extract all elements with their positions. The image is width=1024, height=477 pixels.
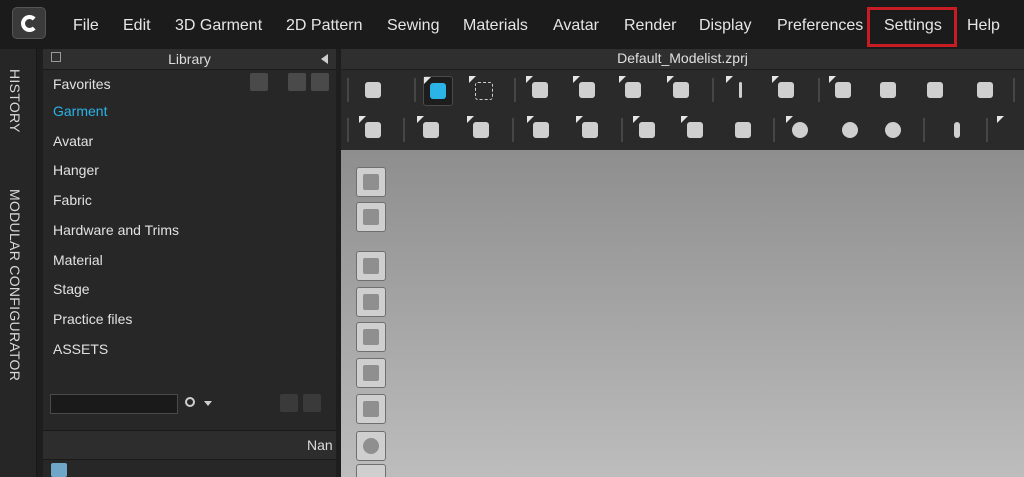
menu-3d-garment[interactable]: 3D Garment: [175, 0, 262, 49]
back-arrow-icon[interactable]: [311, 73, 329, 91]
menu-edit[interactable]: Edit: [123, 0, 151, 49]
edit-pattern-icon[interactable]: [526, 76, 554, 104]
show-garment-icon[interactable]: [356, 202, 386, 232]
toolbar-separator: [403, 118, 405, 142]
magnifier-icon[interactable]: [185, 397, 195, 407]
toolbar-separator: [773, 118, 775, 142]
menu-display[interactable]: Display: [699, 0, 751, 49]
toolbar-row-2: [341, 110, 1024, 150]
simulation-walk-icon[interactable]: [359, 116, 387, 144]
library-title: Library: [168, 51, 211, 67]
menu-sewing[interactable]: Sewing: [387, 0, 439, 49]
library-item-stage[interactable]: Stage: [53, 281, 90, 297]
toolbar-separator: [923, 118, 925, 142]
fold-arrangement-icon[interactable]: [667, 76, 695, 104]
side-tab-strip: HISTORY MODULAR CONFIGURATOR: [0, 49, 37, 477]
library-list-header: Nan: [43, 430, 336, 460]
menu-2d-pattern[interactable]: 2D Pattern: [286, 0, 362, 49]
edit-graphic-icon[interactable]: [681, 116, 709, 144]
library-item-material[interactable]: Material: [53, 252, 103, 268]
edit-sewing-icon[interactable]: [417, 116, 445, 144]
menu-avatar[interactable]: Avatar: [553, 0, 599, 49]
library-header: Library: [43, 49, 336, 70]
menu-file[interactable]: File: [73, 0, 99, 49]
library-search-input[interactable]: [50, 394, 178, 414]
fabric-display-icon[interactable]: [356, 358, 386, 388]
zipper-icon[interactable]: [943, 116, 971, 144]
toolbar-separator: [347, 118, 349, 142]
view-cube-icon[interactable]: [356, 167, 386, 197]
avatar-figure-icon[interactable]: [971, 76, 999, 104]
toolbar-separator: [818, 78, 820, 102]
library-item-assets[interactable]: ASSETS: [53, 341, 108, 357]
library-item-practice-files[interactable]: Practice files: [53, 311, 132, 327]
free-sewing-icon[interactable]: [527, 116, 555, 144]
tab-history[interactable]: HISTORY: [7, 69, 23, 133]
select-move-icon[interactable]: [423, 76, 453, 106]
toolbar-row-1: [341, 70, 1024, 110]
tack-icon[interactable]: [772, 76, 800, 104]
viewport-title-bar: Default_Modelist.zprj: [341, 49, 1024, 69]
drop-tool-icon[interactable]: [359, 76, 387, 104]
globe-icon[interactable]: [356, 464, 386, 477]
select-button-icon[interactable]: [786, 116, 814, 144]
library-item-garment[interactable]: Garment: [53, 103, 107, 119]
buttonhole-icon[interactable]: [879, 116, 907, 144]
segment-sewing-icon[interactable]: [467, 116, 495, 144]
toolbar-separator: [712, 78, 714, 102]
library-item-hardware-and-trims[interactable]: Hardware and Trims: [53, 222, 179, 238]
library-item-hanger[interactable]: Hanger: [53, 162, 99, 178]
toolbar-separator: [1013, 78, 1015, 102]
grid-view-icon[interactable]: [303, 394, 321, 412]
file-thumbnail-icon[interactable]: [51, 463, 67, 477]
search-dropdown-icon[interactable]: [204, 401, 212, 406]
edit-point-icon[interactable]: [573, 76, 601, 104]
thickness-display-icon[interactable]: [356, 394, 386, 424]
3d-viewport[interactable]: [341, 150, 1024, 477]
library-item-fabric[interactable]: Fabric: [53, 192, 92, 208]
tab-modular-configurator[interactable]: MODULAR CONFIGURATOR: [7, 189, 23, 381]
avatar-display-icon[interactable]: [356, 322, 386, 352]
menu-help[interactable]: Help: [967, 0, 1000, 49]
arrangement-icon[interactable]: [829, 76, 857, 104]
download-icon[interactable]: [250, 73, 268, 91]
toolbar-separator: [347, 78, 349, 102]
menu-preferences[interactable]: Preferences: [777, 0, 863, 49]
toolbar-separator: [986, 118, 988, 142]
app-logo-icon[interactable]: [12, 7, 46, 39]
fabric-pattern-icon[interactable]: [729, 116, 757, 144]
pin-icon[interactable]: [726, 76, 754, 104]
avatar-head-icon[interactable]: [356, 431, 386, 461]
toolbar-separator: [414, 78, 416, 102]
m-n-sewing-icon[interactable]: [576, 116, 604, 144]
garment-vest-icon[interactable]: [921, 76, 949, 104]
select-trim-icon[interactable]: [997, 116, 1024, 144]
button-icon[interactable]: [836, 116, 864, 144]
edit-curve-icon[interactable]: [619, 76, 647, 104]
garment-shirt-icon[interactable]: [874, 76, 902, 104]
settings-highlight-box: [867, 7, 957, 47]
toolbar-separator: [621, 118, 623, 142]
collapse-arrow-icon[interactable]: [321, 54, 328, 64]
garment-display-icon[interactable]: [356, 251, 386, 281]
menu-bar: File Edit 3D Garment 2D Pattern Sewing M…: [0, 0, 1024, 49]
menu-render[interactable]: Render: [624, 0, 676, 49]
menu-materials[interactable]: Materials: [463, 0, 528, 49]
select-box-icon[interactable]: [469, 76, 497, 104]
plus-icon[interactable]: [288, 73, 306, 91]
file-title: Default_Modelist.zprj: [617, 50, 748, 66]
toolbar-separator: [512, 118, 514, 142]
library-item-avatar[interactable]: Avatar: [53, 133, 93, 149]
library-favorites-label: Favorites: [53, 76, 111, 92]
library-panel: Library Favorites Garment Avatar Hanger …: [43, 49, 336, 477]
texture-display-icon[interactable]: [356, 287, 386, 317]
toolbar-separator: [514, 78, 516, 102]
refresh-icon[interactable]: [280, 394, 298, 412]
edit-texture-icon[interactable]: [633, 116, 661, 144]
column-name-label[interactable]: Nan: [307, 437, 333, 453]
